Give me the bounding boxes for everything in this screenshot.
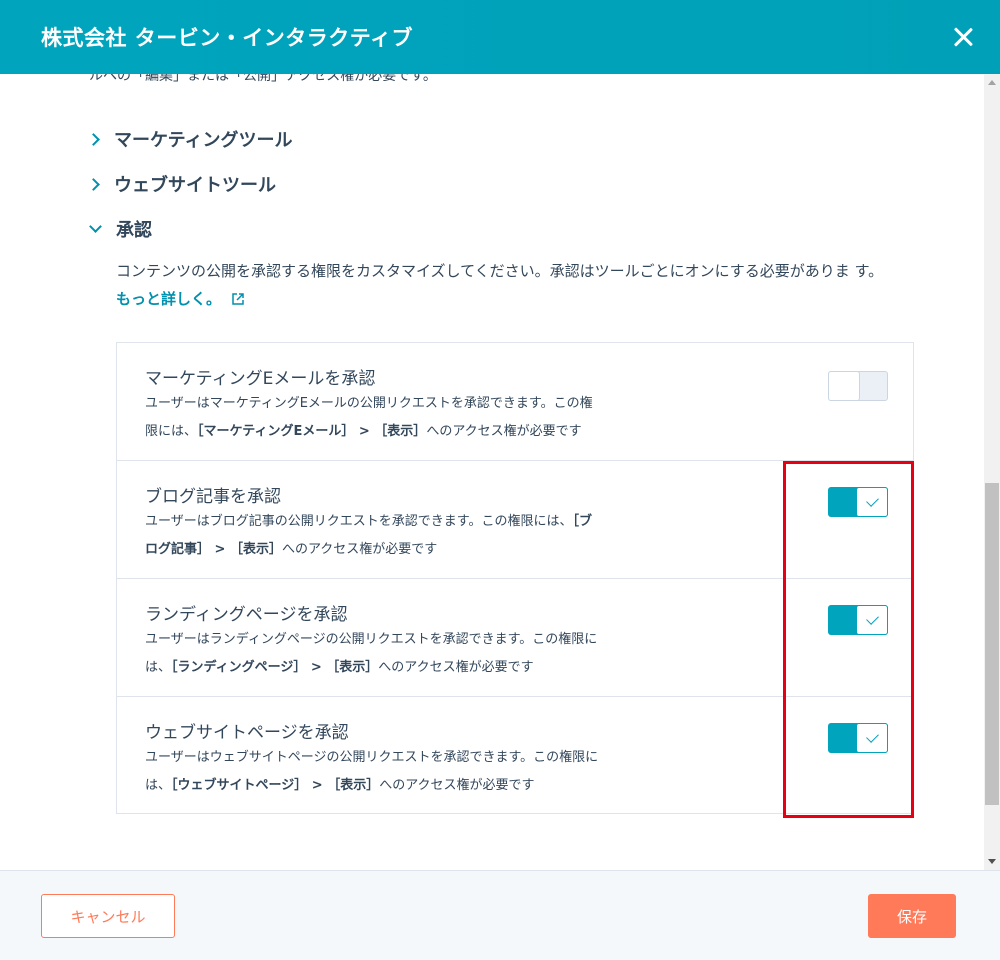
section-label: マーケティングツール [114, 130, 293, 151]
permission-row-marketing-email: マーケティングEメールを承認 ユーザーはマーケティングEメールの公開リクエストを… [117, 343, 913, 461]
description-text: コンテンツの公開を承認する権限をカスタマイズしてください。承認はツールごとにオン… [116, 262, 884, 280]
permission-description: ユーザーはマーケティングEメールの公開リクエストを承認できます。この権 限には、… [145, 390, 625, 446]
section-approval[interactable]: 承認 [89, 216, 152, 242]
learn-more-label: もっと詳しく。 [116, 290, 222, 308]
check-icon [866, 612, 879, 625]
modal-body: ルへの「編集」または「公開」アクセス権が必要です。 マーケティングツール ウェブ… [0, 74, 984, 870]
approval-description: コンテンツの公開を承認する権限をカスタマイズしてください。承認はツールごとにオン… [116, 257, 896, 313]
scrollbar-thumb[interactable] [985, 483, 999, 805]
close-icon[interactable] [948, 22, 978, 52]
section-label: 承認 [116, 220, 152, 241]
permission-row-blog: ブログ記事を承認 ユーザーはブログ記事の公開リクエストを承認できます。この権限に… [117, 461, 913, 579]
section-website-tools[interactable]: ウェブサイトツール [87, 171, 276, 197]
permission-description: ユーザーはウェブサイトページの公開リクエストを承認できます。この権限に は、［ウ… [145, 744, 625, 800]
modal-footer: キャンセル 保存 [0, 870, 1000, 960]
chevron-down-icon [89, 220, 102, 233]
desc-line: ユーザーはウェブサイトページの公開リクエストを承認できます。この権限に [145, 750, 599, 765]
save-button[interactable]: 保存 [868, 894, 956, 938]
check-icon [866, 730, 879, 743]
blog-post-toggle[interactable] [828, 487, 888, 517]
permission-description: ユーザーはブログ記事の公開リクエストを承認できます。この権限には、［ブ ログ記事… [145, 508, 625, 564]
cancel-button[interactable]: キャンセル [41, 894, 175, 938]
desc-line: ユーザーはマーケティングEメールの公開リクエストを承認できます。この権 [145, 396, 593, 411]
desc-line: 限には、［マーケティングEメール］ > ［表示］へのアクセス権が必要です [145, 424, 582, 439]
page-title: 株式会社 タービン・インタラクティブ [41, 26, 414, 50]
permission-title: ランディングページを承認 [145, 605, 348, 625]
chevron-right-icon [87, 177, 100, 191]
permission-title: ウェブサイトページを承認 [145, 723, 349, 743]
scroll-down-arrow-icon[interactable] [988, 859, 996, 864]
desc-line: ログ記事］ > ［表示］へのアクセス権が必要です [145, 542, 438, 557]
external-link-icon [232, 293, 244, 305]
permission-description: ユーザーはランディングページの公開リクエストを承認できます。この権限に は、［ラ… [145, 626, 625, 682]
permission-row-landing-page: ランディングページを承認 ユーザーはランディングページの公開リクエストを承認でき… [117, 579, 913, 697]
landing-page-toggle[interactable] [828, 605, 888, 635]
desc-line: ユーザーはランディングページの公開リクエストを承認できます。この権限に [145, 632, 598, 647]
section-marketing-tools[interactable]: マーケティングツール [87, 126, 293, 152]
scroll-up-arrow-icon[interactable] [988, 80, 996, 85]
desc-line: は、［ウェブサイトページ］ > ［表示］へのアクセス権が必要です [145, 778, 535, 793]
clipped-text: ルへの「編集」または「公開」アクセス権が必要です。 [89, 74, 437, 84]
desc-line: ユーザーはブログ記事の公開リクエストを承認できます。この権限には、［ブ [145, 514, 592, 529]
modal-header: 株式会社 タービン・インタラクティブ [0, 0, 1000, 74]
permission-title: マーケティングEメールを承認 [145, 369, 376, 389]
scrollbar[interactable] [984, 74, 1000, 870]
learn-more-link[interactable]: もっと詳しく。 [116, 290, 244, 308]
check-icon [866, 494, 879, 507]
section-label: ウェブサイトツール [114, 175, 276, 196]
permission-title: ブログ記事を承認 [145, 487, 281, 507]
chevron-right-icon [87, 132, 100, 146]
website-page-toggle[interactable] [828, 723, 888, 753]
desc-line: は、［ランディングページ］ > ［表示］へのアクセス権が必要です [145, 660, 534, 675]
permissions-card: マーケティングEメールを承認 ユーザーはマーケティングEメールの公開リクエストを… [116, 342, 914, 814]
permission-row-website-page: ウェブサイトページを承認 ユーザーはウェブサイトページの公開リクエストを承認でき… [117, 697, 913, 814]
marketing-email-toggle[interactable] [828, 371, 888, 401]
